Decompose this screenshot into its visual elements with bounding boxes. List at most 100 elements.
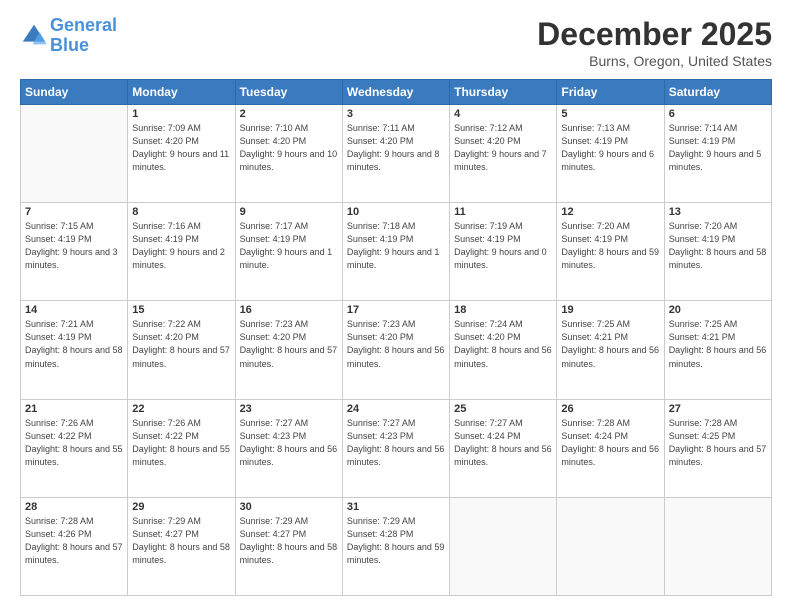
header-friday: Friday <box>557 80 664 105</box>
day-number: 23 <box>240 403 338 415</box>
daylight-text: Daylight: 9 hours and 8 minutes. <box>347 148 445 174</box>
day-info: Sunrise: 7:09 AM Sunset: 4:20 PM Dayligh… <box>132 122 230 174</box>
day-number: 3 <box>347 108 445 120</box>
logo-text: General Blue <box>50 16 117 56</box>
daylight-text: Daylight: 8 hours and 56 minutes. <box>561 344 659 370</box>
sunrise-text: Sunrise: 7:28 AM <box>25 515 123 528</box>
day-info: Sunrise: 7:17 AM Sunset: 4:19 PM Dayligh… <box>240 220 338 272</box>
sunset-text: Sunset: 4:20 PM <box>347 135 445 148</box>
daylight-text: Daylight: 9 hours and 6 minutes. <box>561 148 659 174</box>
sunrise-text: Sunrise: 7:25 AM <box>561 318 659 331</box>
day-number: 6 <box>669 108 767 120</box>
sunrise-text: Sunrise: 7:29 AM <box>347 515 445 528</box>
sunset-text: Sunset: 4:20 PM <box>454 135 552 148</box>
sunrise-text: Sunrise: 7:21 AM <box>25 318 123 331</box>
day-info: Sunrise: 7:25 AM Sunset: 4:21 PM Dayligh… <box>669 318 767 370</box>
sunset-text: Sunset: 4:19 PM <box>669 233 767 246</box>
day-number: 13 <box>669 206 767 218</box>
day-info: Sunrise: 7:28 AM Sunset: 4:26 PM Dayligh… <box>25 515 123 567</box>
location: Burns, Oregon, United States <box>537 53 772 69</box>
daylight-text: Daylight: 9 hours and 2 minutes. <box>132 246 230 272</box>
day-cell: 18 Sunrise: 7:24 AM Sunset: 4:20 PM Dayl… <box>450 301 557 399</box>
sunrise-text: Sunrise: 7:26 AM <box>25 417 123 430</box>
day-cell: 29 Sunrise: 7:29 AM Sunset: 4:27 PM Dayl… <box>128 497 235 595</box>
day-cell: 21 Sunrise: 7:26 AM Sunset: 4:22 PM Dayl… <box>21 399 128 497</box>
day-cell: 13 Sunrise: 7:20 AM Sunset: 4:19 PM Dayl… <box>664 203 771 301</box>
sunrise-text: Sunrise: 7:15 AM <box>25 220 123 233</box>
sunrise-text: Sunrise: 7:27 AM <box>240 417 338 430</box>
daylight-text: Daylight: 8 hours and 56 minutes. <box>347 344 445 370</box>
header-sunday: Sunday <box>21 80 128 105</box>
day-cell: 23 Sunrise: 7:27 AM Sunset: 4:23 PM Dayl… <box>235 399 342 497</box>
week-row-2: 7 Sunrise: 7:15 AM Sunset: 4:19 PM Dayli… <box>21 203 772 301</box>
logo-icon <box>20 22 48 50</box>
day-number: 25 <box>454 403 552 415</box>
header-thursday: Thursday <box>450 80 557 105</box>
sunrise-text: Sunrise: 7:22 AM <box>132 318 230 331</box>
day-number: 14 <box>25 304 123 316</box>
day-info: Sunrise: 7:23 AM Sunset: 4:20 PM Dayligh… <box>347 318 445 370</box>
day-number: 12 <box>561 206 659 218</box>
day-cell <box>450 497 557 595</box>
sunset-text: Sunset: 4:19 PM <box>561 135 659 148</box>
day-cell: 3 Sunrise: 7:11 AM Sunset: 4:20 PM Dayli… <box>342 105 449 203</box>
day-cell <box>21 105 128 203</box>
sunrise-text: Sunrise: 7:28 AM <box>561 417 659 430</box>
sunrise-text: Sunrise: 7:16 AM <box>132 220 230 233</box>
daylight-text: Daylight: 8 hours and 58 minutes. <box>669 246 767 272</box>
day-cell: 20 Sunrise: 7:25 AM Sunset: 4:21 PM Dayl… <box>664 301 771 399</box>
day-cell: 2 Sunrise: 7:10 AM Sunset: 4:20 PM Dayli… <box>235 105 342 203</box>
sunrise-text: Sunrise: 7:19 AM <box>454 220 552 233</box>
sunrise-text: Sunrise: 7:20 AM <box>561 220 659 233</box>
daylight-text: Daylight: 9 hours and 1 minute. <box>347 246 445 272</box>
day-info: Sunrise: 7:20 AM Sunset: 4:19 PM Dayligh… <box>669 220 767 272</box>
sunrise-text: Sunrise: 7:24 AM <box>454 318 552 331</box>
sunset-text: Sunset: 4:23 PM <box>240 430 338 443</box>
day-cell: 5 Sunrise: 7:13 AM Sunset: 4:19 PM Dayli… <box>557 105 664 203</box>
day-info: Sunrise: 7:21 AM Sunset: 4:19 PM Dayligh… <box>25 318 123 370</box>
daylight-text: Daylight: 9 hours and 11 minutes. <box>132 148 230 174</box>
daylight-text: Daylight: 8 hours and 56 minutes. <box>240 443 338 469</box>
daylight-text: Daylight: 8 hours and 56 minutes. <box>347 443 445 469</box>
day-info: Sunrise: 7:29 AM Sunset: 4:28 PM Dayligh… <box>347 515 445 567</box>
daylight-text: Daylight: 8 hours and 58 minutes. <box>25 344 123 370</box>
daylight-text: Daylight: 8 hours and 57 minutes. <box>132 344 230 370</box>
sunrise-text: Sunrise: 7:10 AM <box>240 122 338 135</box>
day-number: 30 <box>240 501 338 513</box>
day-cell: 7 Sunrise: 7:15 AM Sunset: 4:19 PM Dayli… <box>21 203 128 301</box>
daylight-text: Daylight: 9 hours and 5 minutes. <box>669 148 767 174</box>
daylight-text: Daylight: 8 hours and 56 minutes. <box>669 344 767 370</box>
day-number: 20 <box>669 304 767 316</box>
title-area: December 2025 Burns, Oregon, United Stat… <box>537 16 772 69</box>
sunrise-text: Sunrise: 7:29 AM <box>132 515 230 528</box>
sunset-text: Sunset: 4:22 PM <box>25 430 123 443</box>
sunset-text: Sunset: 4:24 PM <box>454 430 552 443</box>
day-number: 22 <box>132 403 230 415</box>
day-info: Sunrise: 7:28 AM Sunset: 4:24 PM Dayligh… <box>561 417 659 469</box>
day-info: Sunrise: 7:11 AM Sunset: 4:20 PM Dayligh… <box>347 122 445 174</box>
daylight-text: Daylight: 8 hours and 55 minutes. <box>25 443 123 469</box>
sunset-text: Sunset: 4:19 PM <box>454 233 552 246</box>
day-cell: 30 Sunrise: 7:29 AM Sunset: 4:27 PM Dayl… <box>235 497 342 595</box>
sunset-text: Sunset: 4:21 PM <box>669 331 767 344</box>
daylight-text: Daylight: 8 hours and 56 minutes. <box>454 443 552 469</box>
day-number: 27 <box>669 403 767 415</box>
day-info: Sunrise: 7:22 AM Sunset: 4:20 PM Dayligh… <box>132 318 230 370</box>
week-row-1: 1 Sunrise: 7:09 AM Sunset: 4:20 PM Dayli… <box>21 105 772 203</box>
sunset-text: Sunset: 4:19 PM <box>240 233 338 246</box>
day-info: Sunrise: 7:10 AM Sunset: 4:20 PM Dayligh… <box>240 122 338 174</box>
day-number: 10 <box>347 206 445 218</box>
daylight-text: Daylight: 9 hours and 10 minutes. <box>240 148 338 174</box>
sunset-text: Sunset: 4:23 PM <box>347 430 445 443</box>
sunset-text: Sunset: 4:19 PM <box>25 331 123 344</box>
day-number: 1 <box>132 108 230 120</box>
day-number: 21 <box>25 403 123 415</box>
daylight-text: Daylight: 8 hours and 59 minutes. <box>561 246 659 272</box>
day-cell: 25 Sunrise: 7:27 AM Sunset: 4:24 PM Dayl… <box>450 399 557 497</box>
daylight-text: Daylight: 8 hours and 56 minutes. <box>561 443 659 469</box>
header-saturday: Saturday <box>664 80 771 105</box>
sunrise-text: Sunrise: 7:12 AM <box>454 122 552 135</box>
day-info: Sunrise: 7:20 AM Sunset: 4:19 PM Dayligh… <box>561 220 659 272</box>
sunset-text: Sunset: 4:27 PM <box>132 528 230 541</box>
day-cell <box>664 497 771 595</box>
